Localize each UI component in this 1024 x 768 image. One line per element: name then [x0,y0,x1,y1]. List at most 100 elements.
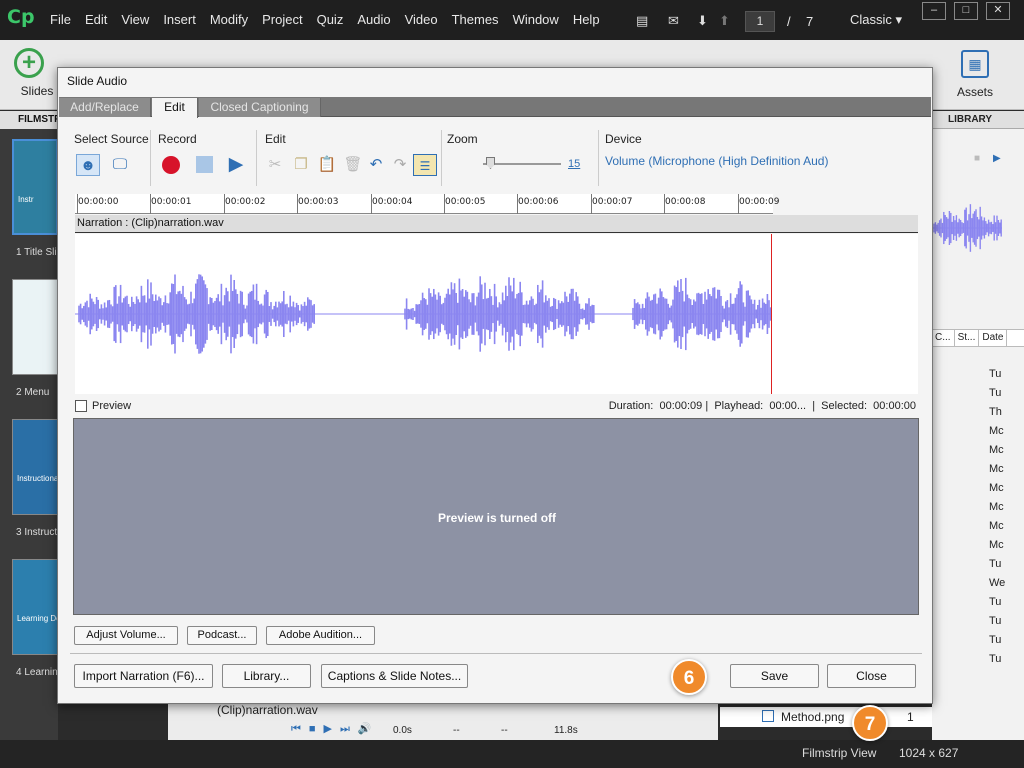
window-close-button[interactable]: ✕ [986,2,1010,20]
timeline-time-a: 0.0s [393,725,412,736]
assets-tool-button[interactable]: ▦ Assets [950,50,1000,99]
close-button[interactable]: Close [827,664,916,688]
play-icon[interactable]: ▶ [224,154,248,176]
microphone-source-icon[interactable]: ☻ [76,154,100,176]
preview-message: Preview is turned off [437,511,557,525]
insert-silence-icon[interactable]: ☰ [413,154,437,176]
delete-icon[interactable]: 🗑 [341,154,365,176]
waveform-area[interactable] [75,234,918,394]
menu-audio[interactable]: Audio [357,12,390,27]
tab-closed-captioning[interactable]: Closed Captioning [199,98,321,117]
menu-project[interactable]: Project [262,12,302,27]
menu-help[interactable]: Help [573,12,600,27]
menu-themes[interactable]: Themes [452,12,499,27]
ruler-tick-label: 00:00:05 [445,197,486,207]
minimize-button[interactable]: – [922,2,946,20]
slide-thumbnail-label: 2 Menu [16,387,50,398]
current-slide-input[interactable]: 1 [745,11,775,32]
ruler-tick-label: 00:00:08 [665,197,706,207]
dialog-tab-bar: Add/Replace Edit Closed Captioning [59,97,931,118]
menu-insert[interactable]: Insert [163,12,196,27]
plus-circle-icon: + [14,48,44,78]
stop-icon[interactable]: ■ [974,153,980,164]
menu-window[interactable]: Window [513,12,559,27]
arrow-down-icon[interactable]: ⬇ [697,13,708,29]
divider [598,130,599,186]
status-resolution: 1024 x 627 [899,746,959,760]
timeline-time-c: -- [501,725,508,736]
play-icon[interactable]: ▶ [993,153,1001,164]
assets-label: Assets [956,85,993,99]
ruler-tick-label: 00:00:02 [225,197,266,207]
zoom-value[interactable]: 15 [568,158,580,170]
waveform [75,274,772,354]
import-narration-button[interactable]: Import Narration (F6)... [74,664,213,688]
slide-thumbnail[interactable]: Instr [12,139,58,235]
paste-icon[interactable]: 📋 [315,154,339,176]
step-callout-7: 7 [852,705,888,741]
ruler-tick-label: 00:00:01 [151,197,192,207]
undo-icon[interactable]: ↶ [364,154,388,176]
timeline-transport-controls[interactable]: ⏮■▶⏭🔊 [291,722,380,736]
mail-icon[interactable]: ✉ [668,13,679,29]
divider [256,130,257,186]
preview-checkbox[interactable] [75,400,87,412]
adobe-audition-button[interactable]: Adobe Audition... [266,626,375,645]
record-icon[interactable] [159,154,183,176]
slide-thumbnail[interactable]: Instructional D [12,419,58,515]
library-column-header[interactable]: Date [979,330,1008,346]
image-file-icon [762,710,774,722]
step-callout-6: 6 [671,659,707,695]
redo-icon[interactable]: ↷ [388,154,412,176]
device-link[interactable]: Volume (Microphone (High Definition Aud) [605,154,828,168]
library-file-count: 1 [907,710,914,724]
selected-value: 00:00:00 [873,400,916,412]
library-column-header[interactable]: St... [955,330,980,346]
zoom-slider-thumb[interactable] [486,157,495,169]
library-file-row[interactable]: Method.png 1 [720,707,932,727]
library-date-cell: Mc [989,539,1004,551]
total-slides: 7 [806,14,814,29]
cut-icon[interactable]: ✂ [263,154,287,176]
library-date-cell: Mc [989,444,1004,456]
menu-video[interactable]: Video [405,12,438,27]
workspace-dropdown[interactable]: Classic ▾ [850,12,902,28]
save-button[interactable]: Save [730,664,819,688]
slide-thumbnail[interactable]: Learning Desig [12,559,58,655]
library-date-cell: Mc [989,520,1004,532]
library-date-cell: Mc [989,482,1004,494]
menu-file[interactable]: File [50,12,71,27]
system-audio-icon[interactable]: 🖵 [108,154,132,176]
library-column-header[interactable]: C... [932,330,955,346]
menu-view[interactable]: View [121,12,149,27]
slide-thumbnail-label: 3 Instructional Design [16,527,58,538]
zoom-label: Zoom [447,132,478,146]
maximize-button[interactable]: □ [954,2,978,20]
slide-thumbnail[interactable] [12,279,58,375]
library-file-name: Method.png [781,710,845,724]
library-panel: LIBRARY ■ ▶ C... St... Date Tu Tu Th Mc Mc Mc Mc… [932,111,1024,740]
slides-tool-button[interactable]: + Slides [12,48,62,98]
duration-value: 00:00:09 [659,400,703,412]
slide-thumbnail-label: 4 Learning Design [16,667,58,678]
status-view: Filmstrip View [802,746,877,760]
podcast-button[interactable]: Podcast... [187,626,257,645]
library-audio-preview [932,204,1002,252]
menu-modify[interactable]: Modify [210,12,248,27]
tab-add-replace[interactable]: Add/Replace [59,98,151,117]
stop-icon[interactable] [192,154,216,176]
library-button[interactable]: Library... [222,664,311,688]
tab-edit[interactable]: Edit [152,98,198,118]
captions-slide-notes-button[interactable]: Captions & Slide Notes... [321,664,468,688]
comment-icon[interactable]: ▤ [636,13,648,29]
arrow-up-icon[interactable]: ⬆ [719,13,730,29]
device-label: Device [605,132,642,146]
timeline-time-b: -- [453,725,460,736]
library-tab[interactable]: LIBRARY [932,111,1024,129]
ruler-tick-label: 00:00:07 [592,197,633,207]
menu-edit[interactable]: Edit [85,12,107,27]
copy-icon[interactable]: ❐ [289,154,313,176]
adjust-volume-button[interactable]: Adjust Volume... [74,626,178,645]
menu-quiz[interactable]: Quiz [317,12,344,27]
timeline-panel: (Clip)narration.wav ⏮■▶⏭🔊 0.0s -- -- 11.… [168,700,718,740]
